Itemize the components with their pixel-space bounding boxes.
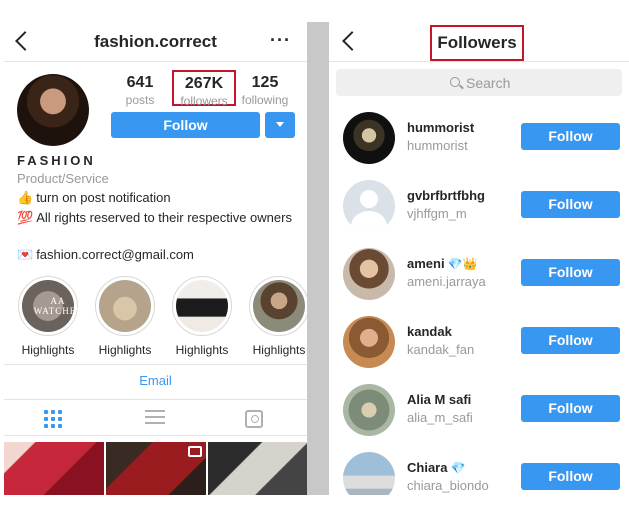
highlight-label: Highlights <box>175 343 229 357</box>
highlight-cover <box>253 280 305 332</box>
follow-button[interactable]: Follow <box>521 191 620 218</box>
follower-row[interactable]: Alia M safi alia_m_safi Follow <box>329 384 629 452</box>
follow-button[interactable]: Follow <box>521 463 620 490</box>
back-chevron-icon[interactable] <box>342 31 362 51</box>
follower-row[interactable]: Chiara 💎 chiara_biondo Follow <box>329 452 629 495</box>
follower-name: hummorist <box>407 120 475 135</box>
bio-line-1: 👍 turn on post notification <box>17 189 299 206</box>
thumbs-up-icon: 👍 <box>17 190 34 205</box>
follower-name: gvbrfbrtfbhg <box>407 188 485 203</box>
followers-nav-bar: Followers <box>329 22 629 62</box>
divider <box>4 435 307 436</box>
follower-row[interactable]: gvbrfbrtfbhg vjhffgm_m Follow <box>329 180 629 248</box>
bio-email-text[interactable]: fashion.correct@gmail.com <box>36 247 194 262</box>
follower-avatar[interactable] <box>343 112 395 164</box>
love-letter-icon: 💌 <box>17 247 34 262</box>
posts-count: 641 <box>126 74 154 91</box>
follower-username: kandak_fan <box>407 342 475 357</box>
highlight-ring <box>95 276 155 336</box>
follower-row[interactable]: kandak kandak_fan Follow <box>329 316 629 384</box>
post-thumbnail[interactable] <box>4 442 104 495</box>
panel-separator <box>307 22 329 495</box>
bio-line-1-text: turn on post notification <box>36 190 171 205</box>
diamond-icon: 💎 <box>450 461 466 475</box>
tab-tagged[interactable] <box>245 410 267 428</box>
diamond-crown-icon: 💎👑 <box>447 257 478 271</box>
highlight-1[interactable]: AA WATCHES Highlights <box>15 276 81 357</box>
search-input[interactable] <box>466 74 566 91</box>
highlight-3[interactable]: Highlights <box>169 276 235 357</box>
follow-button[interactable]: Follow <box>521 259 620 286</box>
tagged-icon <box>245 410 263 428</box>
search-icon <box>450 77 460 87</box>
follower-avatar[interactable] <box>343 384 395 436</box>
caret-down-icon <box>276 122 284 127</box>
profile-username-title: fashion.correct <box>94 32 217 51</box>
follower-username: hummorist <box>407 138 468 153</box>
followers-count: 267K <box>184 75 224 92</box>
bio-category: Product/Service <box>17 171 109 186</box>
highlight-label: Highlights <box>98 343 152 357</box>
follower-avatar[interactable] <box>343 452 395 495</box>
more-options-icon[interactable]: ··· <box>270 30 291 51</box>
highlight-label: Highlights <box>21 343 75 357</box>
follower-avatar[interactable] <box>343 316 395 368</box>
follower-row[interactable]: ameni 💎👑 ameni.jarraya Follow <box>329 248 629 316</box>
grid-icon <box>44 410 66 428</box>
follower-username: ameni.jarraya <box>407 274 486 289</box>
followers-label: followers <box>180 94 228 108</box>
following-stat[interactable]: 125 following <box>240 74 290 107</box>
divider <box>4 364 307 365</box>
tab-grid-view[interactable] <box>44 410 66 428</box>
posts-stat: 641 posts <box>122 74 158 107</box>
follower-name: ameni 💎👑 <box>407 256 478 271</box>
highlight-overlay-text: AA WATCHES <box>33 296 83 316</box>
profile-screen: fashion.correct ··· 641 posts 267K follo… <box>4 22 307 495</box>
highlight-ring <box>172 276 232 336</box>
post-thumbnail[interactable] <box>106 442 206 495</box>
default-avatar-icon[interactable] <box>343 180 395 232</box>
follow-button[interactable]: Follow <box>521 123 620 150</box>
bio-line-3: 💌 fashion.correct@gmail.com <box>17 246 299 263</box>
email-button[interactable]: Email <box>4 373 307 388</box>
posts-label: posts <box>125 93 155 107</box>
highlight-4[interactable]: Highlights <box>246 276 307 357</box>
post-thumbnail[interactable] <box>208 442 307 495</box>
follow-button[interactable]: Follow <box>521 395 620 422</box>
suggested-dropdown-button[interactable] <box>265 112 295 138</box>
highlight-cover <box>176 280 228 332</box>
highlight-ring <box>249 276 307 336</box>
highlight-label: Highlights <box>252 343 306 357</box>
list-icon <box>145 410 167 424</box>
followers-stat[interactable]: 267K followers <box>172 70 236 108</box>
following-count: 125 <box>251 74 279 91</box>
followers-screen: Followers hummorist hummorist Follow gvb… <box>329 22 629 495</box>
profile-nav-bar: fashion.correct ··· <box>4 22 307 62</box>
follower-username: alia_m_safi <box>407 410 473 425</box>
bio-name: FASHION <box>17 153 96 168</box>
follow-button[interactable]: Follow <box>111 112 260 138</box>
search-bar[interactable] <box>336 69 622 96</box>
profile-avatar[interactable] <box>17 74 89 146</box>
tab-list-view[interactable] <box>145 410 167 428</box>
followers-title: Followers <box>430 25 524 61</box>
multi-photo-icon <box>188 446 202 457</box>
follower-name: kandak <box>407 324 452 339</box>
follower-name: Alia M safi <box>407 392 472 407</box>
follower-avatar[interactable] <box>343 248 395 300</box>
hundred-points-icon: 💯 <box>17 210 34 225</box>
divider <box>4 399 307 400</box>
follower-name: Chiara 💎 <box>407 460 466 475</box>
bio-line-2: 💯 All rights reserved to their respective… <box>17 209 299 226</box>
highlight-2[interactable]: Highlights <box>92 276 158 357</box>
follower-username: chiara_biondo <box>407 478 489 493</box>
highlight-cover <box>99 280 151 332</box>
bio-line-2-text: All rights reserved to their respective … <box>36 210 292 225</box>
follow-button[interactable]: Follow <box>521 327 620 354</box>
follower-row[interactable]: hummorist hummorist Follow <box>329 112 629 180</box>
follower-username: vjhffgm_m <box>407 206 467 221</box>
following-label: following <box>241 93 289 107</box>
